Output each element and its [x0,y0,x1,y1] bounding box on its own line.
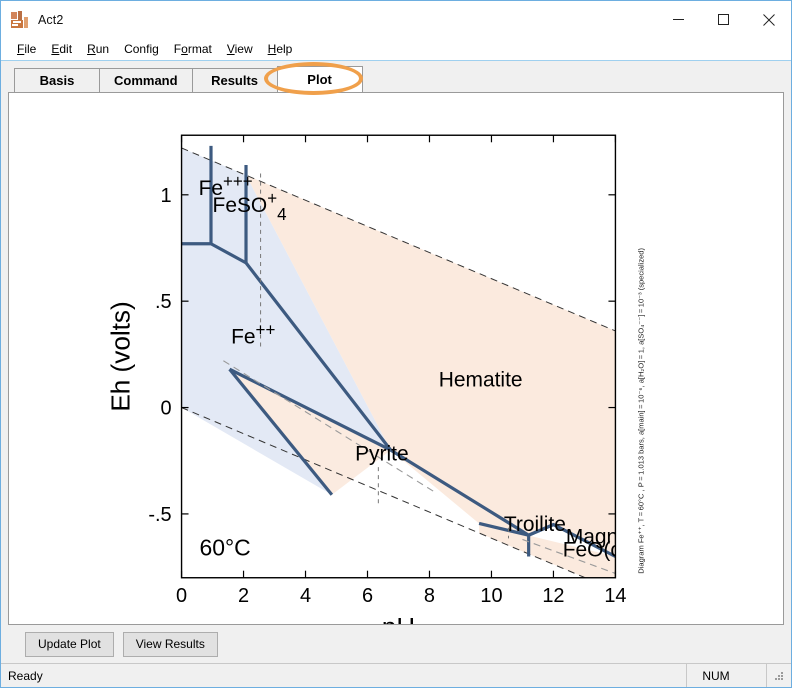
update-plot-button[interactable]: Update Plot [25,631,114,657]
menu-help[interactable]: Help [261,40,301,58]
y-tick-label: 0 [160,398,171,420]
pyrite-field: Pyrite [355,443,409,466]
hematite-field: Hematite [439,368,523,391]
button-bar: Update Plot View Results [8,625,784,663]
act2-app-icon [11,10,29,29]
tab-strip: Basis Command Results Plot [8,62,784,95]
x-tick-label: 6 [362,585,373,607]
title-bar: Act2 [1,1,791,38]
x-tick-label: 10 [480,585,502,607]
resize-grip[interactable] [766,664,791,687]
menu-bar: File Edit Run Config Format View Help [1,38,791,61]
menu-format[interactable]: Format [167,40,220,58]
status-message: Ready [8,668,43,683]
menu-edit[interactable]: Edit [44,40,80,58]
status-num-indicator: NUM [686,664,745,687]
maximize-icon[interactable] [701,1,746,38]
window-title: Act2 [38,12,64,27]
x-tick-label: 4 [300,585,311,607]
temperature-annotation: 60°C [200,535,251,561]
y-tick-label: .5 [155,291,172,313]
tab-results[interactable]: Results [191,68,278,92]
x-tick-label: 14 [604,585,626,607]
menu-config[interactable]: Config [117,40,167,58]
x-tick-label: 0 [176,585,187,607]
menu-view[interactable]: View [220,40,261,58]
plot-panel: 024681012141.50-.5pHEh (volts)60°CFe+++F… [8,93,784,625]
tab-command[interactable]: Command [99,68,193,92]
tab-basis[interactable]: Basis [14,68,100,92]
minimize-icon[interactable] [656,1,701,38]
client-area: Basis Command Results Plot 0 2 4 6 8 10 12 14 1.… [1,61,791,663]
x-tick-label: 8 [424,585,435,607]
menu-file[interactable]: File [10,40,44,58]
status-bar: Ready NUM [1,663,791,687]
menu-run[interactable]: Run [80,40,117,58]
y-tick-label: -.5 [148,504,171,526]
x-axis-label: pH [382,612,415,624]
y-tick-label: 1 [160,185,171,207]
close-icon[interactable] [746,1,791,38]
feo-field: FeO(c) [563,538,628,561]
tab-plot[interactable]: Plot [276,66,363,92]
y-axis-label: Eh (volts) [106,301,136,411]
eh-ph-phase-diagram: 024681012141.50-.5pHEh (volts)60°CFe+++F… [106,134,645,624]
x-tick-label: 12 [542,585,564,607]
x-tick-label: 2 [238,585,249,607]
view-results-button[interactable]: View Results [122,631,218,657]
act2-main-window: Act2 File Edit Run Config Format View He… [0,0,792,688]
window-controls [656,1,791,38]
diagram-caption: Diagram Fe⁺⁺, T = 60°C , P = 1.013 bars,… [636,248,645,574]
troilite-field: Troilite [504,513,566,536]
